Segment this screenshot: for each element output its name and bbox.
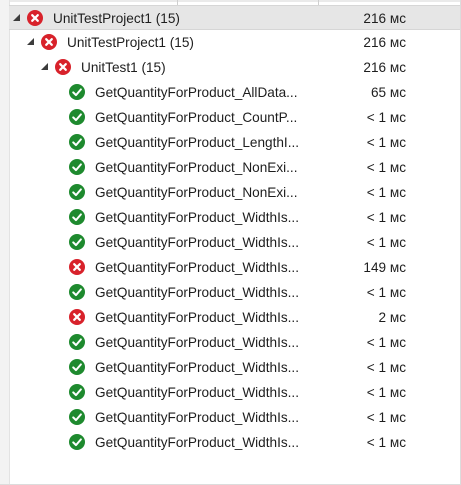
duration-value: < 1 мс bbox=[366, 360, 406, 375]
test-passed-icon bbox=[69, 84, 85, 100]
duration-value: < 1 мс bbox=[366, 285, 406, 300]
test-passed-icon bbox=[69, 109, 85, 125]
duration-value: 216 мс bbox=[363, 35, 406, 50]
duration-value: 216 мс bbox=[363, 60, 406, 75]
top-divider bbox=[0, 0, 461, 2]
duration-value: < 1 мс bbox=[366, 435, 406, 450]
test-row[interactable]: GetQuantityForProduct_NonExi... < 1 мс bbox=[9, 155, 460, 180]
test-row[interactable]: GetQuantityForProduct_WidthIs... < 1 мс bbox=[9, 330, 460, 355]
duration-value: 149 мс bbox=[363, 260, 406, 275]
duration-value: 65 мс bbox=[370, 85, 406, 100]
test-row[interactable]: GetQuantityForProduct_WidthIs... 2 мс bbox=[9, 305, 460, 330]
test-failed-icon bbox=[41, 34, 57, 50]
duration-value: < 1 мс bbox=[366, 410, 406, 425]
test-count: (15) bbox=[155, 11, 180, 26]
tree-group-row[interactable]: UnitTestProject1 (15) 216 мс bbox=[9, 30, 460, 55]
test-row[interactable]: GetQuantityForProduct_WidthIs... < 1 мс bbox=[9, 205, 460, 230]
test-row[interactable]: GetQuantityForProduct_NonExi... < 1 мс bbox=[9, 180, 460, 205]
test-name: GetQuantityForProduct_WidthIs... bbox=[95, 335, 299, 350]
test-passed-icon bbox=[69, 234, 85, 250]
test-name: UnitTestProject1 bbox=[53, 11, 152, 26]
test-row[interactable]: GetQuantityForProduct_WidthIs... < 1 мс bbox=[9, 430, 460, 455]
test-failed-icon bbox=[27, 10, 43, 26]
test-name: GetQuantityForProduct_WidthIs... bbox=[95, 260, 299, 275]
duration-value: < 1 мс bbox=[366, 110, 406, 125]
test-passed-icon bbox=[69, 384, 85, 400]
tree-group-row[interactable]: UnitTest1 (15) 216 мс bbox=[9, 55, 460, 80]
test-name: GetQuantityForProduct_NonExi... bbox=[95, 160, 298, 175]
test-passed-icon bbox=[69, 409, 85, 425]
test-row[interactable]: GetQuantityForProduct_WidthIs... < 1 мс bbox=[9, 230, 460, 255]
test-name: GetQuantityForProduct_WidthIs... bbox=[95, 385, 299, 400]
test-passed-icon bbox=[69, 134, 85, 150]
expander-triangle-icon[interactable] bbox=[41, 63, 48, 70]
test-name: GetQuantityForProduct_WidthIs... bbox=[95, 235, 299, 250]
test-count: (15) bbox=[141, 60, 166, 75]
expander-triangle-icon[interactable] bbox=[27, 38, 34, 45]
test-failed-icon bbox=[69, 259, 85, 275]
duration-value: < 1 мс bbox=[366, 160, 406, 175]
test-count: (15) bbox=[169, 35, 194, 50]
test-passed-icon bbox=[69, 184, 85, 200]
test-passed-icon bbox=[69, 434, 85, 450]
duration-value: < 1 мс bbox=[366, 185, 406, 200]
test-passed-icon bbox=[69, 359, 85, 375]
test-failed-icon bbox=[69, 309, 85, 325]
test-name: GetQuantityForProduct_LengthI... bbox=[95, 135, 300, 150]
test-row[interactable]: GetQuantityForProduct_LengthI... < 1 мс bbox=[9, 130, 460, 155]
duration-value: 2 мс bbox=[378, 310, 406, 325]
tree-group-row[interactable]: UnitTestProject1 (15) 216 мс bbox=[9, 5, 460, 30]
test-explorer-tree: UnitTestProject1 (15) 216 мс UnitTestProje… bbox=[9, 5, 460, 455]
test-name: GetQuantityForProduct_WidthIs... bbox=[95, 435, 299, 450]
test-name: GetQuantityForProduct_WidthIs... bbox=[95, 210, 299, 225]
test-passed-icon bbox=[69, 284, 85, 300]
duration-value: < 1 мс bbox=[366, 385, 406, 400]
duration-value: < 1 мс bbox=[366, 135, 406, 150]
test-name: UnitTest1 bbox=[81, 60, 138, 75]
test-row[interactable]: GetQuantityForProduct_WidthIs... < 1 мс bbox=[9, 280, 460, 305]
duration-value: 216 мс bbox=[363, 11, 406, 26]
test-name: GetQuantityForProduct_NonExi... bbox=[95, 185, 298, 200]
duration-value: < 1 мс bbox=[366, 210, 406, 225]
test-row[interactable]: GetQuantityForProduct_WidthIs... < 1 мс bbox=[9, 380, 460, 405]
test-name: GetQuantityForProduct_WidthIs... bbox=[95, 310, 299, 325]
test-row[interactable]: GetQuantityForProduct_CountP... < 1 мс bbox=[9, 105, 460, 130]
test-failed-icon bbox=[55, 59, 71, 75]
test-passed-icon bbox=[69, 334, 85, 350]
test-row[interactable]: GetQuantityForProduct_WidthIs... < 1 мс bbox=[9, 405, 460, 430]
test-row[interactable]: GetQuantityForProduct_AllData... 65 мс bbox=[9, 80, 460, 105]
expander-triangle-icon[interactable] bbox=[13, 14, 20, 21]
test-name: GetQuantityForProduct_WidthIs... bbox=[95, 410, 299, 425]
duration-value: < 1 мс bbox=[366, 335, 406, 350]
test-passed-icon bbox=[69, 209, 85, 225]
test-name: GetQuantityForProduct_WidthIs... bbox=[95, 360, 299, 375]
test-row[interactable]: GetQuantityForProduct_WidthIs... 149 мс bbox=[9, 255, 460, 280]
test-name: GetQuantityForProduct_WidthIs... bbox=[95, 285, 299, 300]
test-name: GetQuantityForProduct_CountP... bbox=[95, 110, 298, 125]
duration-value: < 1 мс bbox=[366, 235, 406, 250]
test-name: GetQuantityForProduct_AllData... bbox=[95, 85, 298, 100]
test-row[interactable]: GetQuantityForProduct_WidthIs... < 1 мс bbox=[9, 355, 460, 380]
test-name: UnitTestProject1 bbox=[67, 35, 166, 50]
test-passed-icon bbox=[69, 159, 85, 175]
